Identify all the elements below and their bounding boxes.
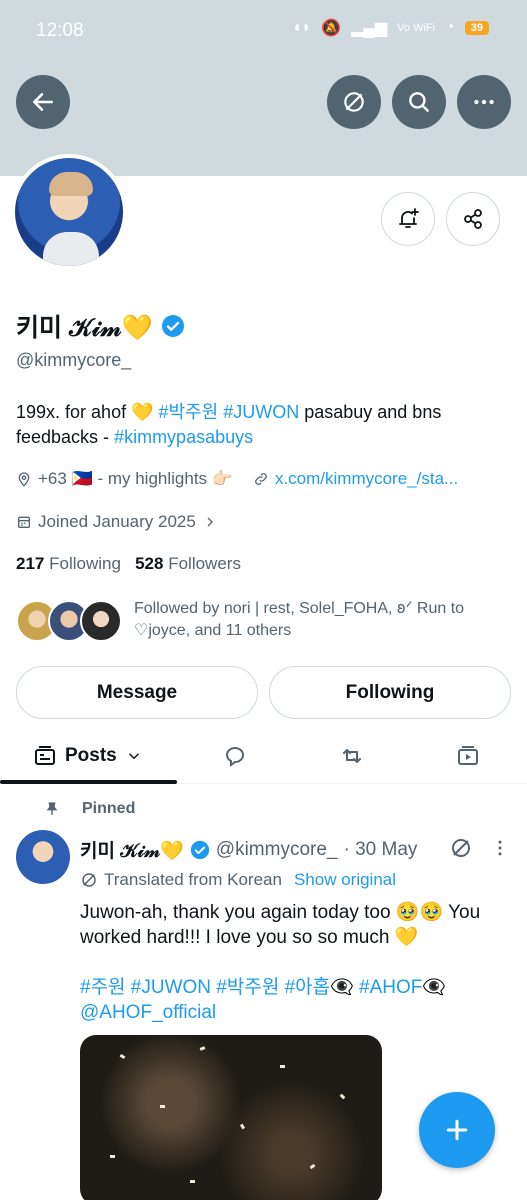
joined-text: Joined January 2025 [38, 512, 196, 531]
search-icon [409, 92, 429, 112]
confetti-piece [339, 1093, 346, 1100]
avatar-shirt [43, 232, 99, 266]
translation-row: Translated from Korean Show original [80, 870, 396, 890]
active-tab-indicator [0, 780, 177, 784]
website-link[interactable]: x.com/kimmycore_/sta... [275, 469, 458, 489]
location-row: +63 🇵🇭 - my highlights 👉🏻 x.com/kimmycor… [16, 469, 458, 489]
post-hashtags[interactable]: #주원 #JUWON #박주원 #아홉👁‍🗨 #AHOF👁‍🗨 @AHOF_of… [80, 975, 520, 1025]
post-date[interactable]: · 30 May [344, 839, 418, 861]
post-more-icon[interactable] [490, 836, 510, 860]
confetti-piece [160, 1105, 165, 1108]
verified-icon [190, 840, 209, 859]
reply-icon [225, 747, 245, 767]
location-text: +63 🇵🇭 - my highlights 👉🏻 [38, 469, 233, 488]
followed-by-text[interactable]: Followed by nori | rest, Solel_FOHA, 𐐪ᐟ … [134, 598, 514, 642]
confetti-piece [309, 1163, 316, 1170]
share-button[interactable] [446, 192, 500, 246]
post-header: 키미 𝒦𝒾𝓂💛 @kimmycore_ · 30 May [80, 836, 417, 863]
pinned-label: Pinned [44, 800, 135, 818]
confetti-piece [239, 1123, 246, 1130]
confetti-piece [280, 1065, 285, 1068]
post-author-handle[interactable]: @kimmycore_ [216, 839, 338, 861]
repost-icon [343, 749, 361, 763]
show-original-link[interactable]: Show original [294, 870, 396, 890]
profile-avatar[interactable] [11, 154, 127, 270]
tab-posts-label: Posts [65, 745, 117, 766]
profile-handle: @kimmycore_ [16, 350, 132, 370]
calendar-icon [18, 516, 30, 528]
plus-icon [446, 1119, 468, 1141]
following-label: Following [49, 554, 121, 573]
chevron-down-icon [128, 753, 139, 760]
more-icon [474, 99, 494, 105]
compose-button[interactable] [419, 1092, 495, 1168]
tab-replies[interactable] [223, 728, 247, 784]
post-author-name[interactable]: 키미 𝒦𝒾𝓂💛 [80, 836, 184, 863]
following-count: 217 [16, 554, 45, 573]
avatar-hair [49, 172, 93, 196]
display-name: 키미 𝒦𝒾𝓂💛 [16, 308, 185, 344]
chevron-right-icon [207, 517, 213, 527]
wifi-icon: ◔ [445, 19, 455, 36]
link-icon [255, 473, 267, 485]
translated-label: Translated from Korean [104, 870, 282, 889]
grok-button[interactable] [327, 75, 381, 129]
pinned-text: Pinned [82, 800, 136, 817]
confetti-piece [110, 1155, 115, 1158]
joined-row[interactable]: Joined January 2025 [16, 512, 218, 532]
media-icon [458, 746, 478, 765]
grok-icon[interactable] [449, 836, 473, 860]
display-name-text: 키미 𝒦𝒾𝓂💛 [16, 314, 153, 342]
followers-count-link[interactable]: 528 Followers [135, 554, 241, 573]
status-bar: 12:08 ◖◗ 🔕 ▂▄▆ Vo WiFi ◔ 39 [0, 0, 527, 62]
post-author-avatar[interactable] [16, 830, 70, 884]
tab-reposts[interactable] [340, 728, 364, 784]
profile-bio: 199x. for ahof 💛 #박주원 #JUWON pasabuy and… [16, 400, 496, 450]
signal-icon: ▂▄▆ [351, 20, 388, 37]
bio-hashtag[interactable]: #kimmypasabuys [114, 427, 253, 447]
share-icon [464, 209, 482, 229]
earbuds-icon: ◖◗ [291, 19, 312, 36]
following-button[interactable]: Following [269, 666, 511, 719]
back-arrow-icon [33, 93, 53, 111]
followers-label: Followers [168, 554, 241, 573]
confetti-piece [199, 1046, 206, 1051]
status-time: 12:08 [36, 20, 84, 41]
battery-indicator: 39 [464, 21, 489, 35]
bio-hashtag[interactable]: #JUWON [223, 402, 299, 422]
tab-posts[interactable]: Posts [33, 728, 143, 784]
bell-plus-icon [399, 208, 419, 228]
grok-icon [344, 92, 364, 112]
confetti-piece [119, 1053, 126, 1060]
pin-icon [46, 802, 58, 815]
more-button[interactable] [457, 75, 511, 129]
followers-count: 528 [135, 554, 164, 573]
follower-avatar [80, 600, 122, 642]
bio-hashtag[interactable]: #박주원 [159, 402, 219, 422]
bio-text: 199x. for ahof 💛 [16, 402, 159, 422]
profile-tabs: Posts [0, 728, 527, 784]
back-button[interactable] [16, 75, 70, 129]
tab-media[interactable] [456, 728, 480, 784]
confetti-piece [190, 1180, 195, 1183]
mute-icon: 🔕 [321, 20, 342, 37]
search-button[interactable] [392, 75, 446, 129]
verified-icon [161, 315, 184, 337]
wifi-label: Vo WiFi [397, 22, 436, 34]
location-icon [18, 472, 30, 487]
status-icons: ◖◗ 🔕 ▂▄▆ Vo WiFi ◔ 39 [292, 18, 489, 38]
following-count-link[interactable]: 217 Following [16, 554, 121, 573]
posts-icon [35, 746, 55, 765]
post-text: Juwon-ah, thank you again today too 🥹🥹 Y… [80, 902, 481, 948]
post-media-image[interactable] [80, 1035, 382, 1200]
translate-icon [82, 873, 96, 887]
notifications-button[interactable] [381, 192, 435, 246]
follow-counts: 217 Following 528 Followers [16, 554, 241, 574]
message-button[interactable]: Message [16, 666, 258, 719]
